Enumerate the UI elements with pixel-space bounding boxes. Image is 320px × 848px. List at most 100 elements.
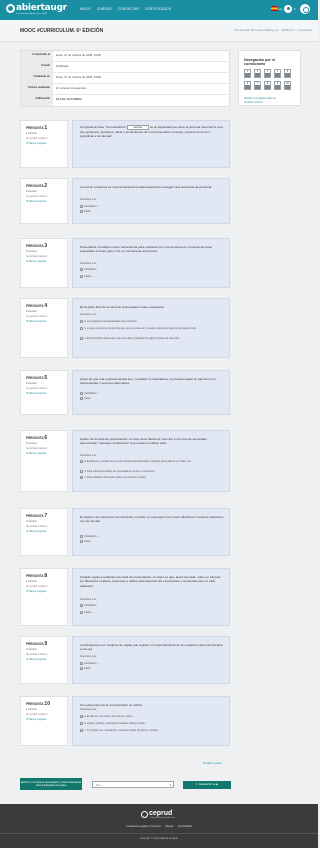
answer-option[interactable]: Verdadero ✓ <box>80 391 100 395</box>
quiz-nav-button-8[interactable]: 8 <box>264 81 271 90</box>
flag-question-link[interactable]: ⚑ Marcar pregunta <box>26 590 46 593</box>
quiz-nav-button-7[interactable]: 7 <box>254 81 261 90</box>
answer-option[interactable]: Falso <box>80 540 91 543</box>
spain-flag-icon[interactable] <box>271 6 278 11</box>
summary-value: lunes, 27 de octubre de 2025, 19:58 <box>56 75 101 79</box>
radio-button[interactable] <box>80 320 83 323</box>
breadcrumb[interactable]: Área Personal / Mis Cursos / Marking_cur… <box>234 29 312 32</box>
site-logo[interactable]: abiertaugr La formación abierta de la UG… <box>6 3 67 17</box>
finish-review-link[interactable]: Finalizar revisión <box>203 762 222 765</box>
answer-option[interactable]: Verdadero ✓ <box>80 661 100 665</box>
answer-option[interactable]: a. Establecer y ampliar una red de conta… <box>80 460 220 463</box>
radio-button[interactable] <box>80 337 83 340</box>
answer-option[interactable]: b. Gestos, grafías, expresiones faciales… <box>80 722 148 725</box>
answer-option[interactable]: Falso <box>80 667 91 670</box>
quiz-nav-button-10[interactable]: 10 <box>284 81 291 90</box>
nav-item-contactar[interactable]: CONTACTAR <box>118 7 139 11</box>
radio-button[interactable] <box>80 729 83 732</box>
answer-option[interactable]: b. Lo que conocemos de la empresa, qué n… <box>80 327 220 330</box>
answer-option[interactable]: a. El silencio, las manos, las fuentes, … <box>80 715 135 718</box>
radio-button[interactable] <box>80 715 83 718</box>
answer-option[interactable]: c. Tu mirada, sus, entonación, expresión… <box>80 729 161 732</box>
nav-item-certificados[interactable]: CERTIFICADOS <box>145 7 171 11</box>
radio-button[interactable] <box>80 604 83 607</box>
radio-button[interactable] <box>80 204 83 208</box>
quiz-nav-button-5[interactable]: 5 <box>284 69 291 78</box>
answered-indicator <box>255 85 260 89</box>
answer-option[interactable]: a. Los aspectos más destacados del curri… <box>80 320 220 323</box>
previous-activity-button[interactable]: ◀ Tema 4: La carta de presentación y otr… <box>20 778 82 790</box>
flag-question-link[interactable]: ⚑ Marcar pregunta <box>26 452 46 455</box>
user-menu-chevron-down-icon[interactable]: ▾ <box>294 7 296 11</box>
ceprud-logo[interactable]: ceprud Centro de Producción de Recursos <box>141 810 177 821</box>
footer-link-manual[interactable]: Manual <box>165 825 173 828</box>
radio-button[interactable] <box>80 391 83 395</box>
question-10: PREGUNTA 10 Finalizado Se puntúa 1 sobre… <box>20 696 230 746</box>
quiz-nav-button-1[interactable]: 1 <box>244 69 251 78</box>
question-status: Finalizado <box>26 132 37 135</box>
quiz-nav-button-3[interactable]: 3 <box>264 69 271 78</box>
answer-option[interactable]: Verdadero <box>80 604 97 607</box>
radio-button[interactable] <box>80 540 83 543</box>
quiz-nav-button-6[interactable]: 6 <box>244 81 251 90</box>
radio-button[interactable] <box>80 268 83 271</box>
quiz-nav-button-2[interactable]: 2 <box>254 69 261 78</box>
select-one-hint: Seleccione una: <box>80 656 97 658</box>
answer-option[interactable]: Verdadero ✓ <box>80 534 100 538</box>
answered-indicator <box>285 73 290 77</box>
answer-option[interactable]: Falso <box>80 397 91 400</box>
flag-question-link[interactable]: ⚑ Marcar pregunta <box>26 718 46 721</box>
radio-button[interactable] <box>80 661 83 665</box>
question-status: Finalizado <box>26 708 37 711</box>
radio-button[interactable] <box>80 667 83 670</box>
question-info: PREGUNTA 10 Finalizado Se puntúa 1 sobre… <box>20 696 68 746</box>
answer-option[interactable]: b. Para conseguir trabajo sin necesidad … <box>80 470 220 473</box>
flag-question-link[interactable]: ⚑ Marcar pregunta <box>26 530 46 533</box>
footer-link-accessibility[interactable]: Accesibilidad <box>178 825 192 828</box>
finish-review-link[interactable]: Finalizar revisión <box>244 101 296 105</box>
nav-item-cursos[interactable]: CURSOS <box>97 7 112 11</box>
nav-item-inicio[interactable]: INICIO <box>80 7 91 11</box>
answer-option[interactable]: c. El ofrecimiento para tener una entrev… <box>80 337 220 340</box>
jump-to-select[interactable]: Ir a ... ▾ <box>92 781 174 788</box>
user-avatar-icon[interactable] <box>284 5 292 13</box>
question-6: PREGUNTA 6 Finalizado Se puntúa 1 sobre … <box>20 430 230 492</box>
answer-option[interactable]: Falso <box>80 210 91 213</box>
summary-value: Finalizado <box>56 64 69 68</box>
flag-question-link[interactable]: ⚑ Marcar pregunta <box>26 260 46 263</box>
radio-button[interactable] <box>80 397 83 400</box>
jump-to-value: Ir a ... <box>96 783 103 787</box>
radio-button[interactable] <box>80 210 83 213</box>
radio-button[interactable] <box>80 610 83 614</box>
logo-tagline: La formación abierta de la UGR <box>16 13 47 15</box>
question-4: PREGUNTA 4 Finalizado Se puntúa 1 sobre … <box>20 298 230 358</box>
question-num: 1 <box>44 125 48 131</box>
footer-link-legal[interactable]: Condiciones Legales y Términos <box>126 825 161 828</box>
flag-question-link[interactable]: ⚑ Marcar pregunta <box>26 320 46 323</box>
flag-question-link[interactable]: ⚑ Marcar pregunta <box>26 142 46 145</box>
radio-button[interactable] <box>80 534 83 538</box>
answer-option[interactable]: Verdadero ✓ <box>80 204 100 208</box>
question-status: Finalizado <box>26 382 37 385</box>
question-number: PREGUNTA 4 <box>26 303 47 309</box>
answer-option[interactable]: Falso ✓ <box>80 610 94 614</box>
radio-button[interactable] <box>80 470 83 473</box>
language-code[interactable]: es <box>279 7 282 11</box>
flag-question-link[interactable]: ⚑ Marcar pregunta <box>26 200 46 203</box>
answer-option[interactable]: Falso ✓ <box>80 274 94 278</box>
flag-question-link[interactable]: ⚑ Marcar pregunta <box>26 658 46 661</box>
flag-question-link[interactable]: ⚑ Marcar pregunta <box>26 392 46 395</box>
quiz-nav-button-4[interactable]: 4 <box>274 69 281 78</box>
search-icon[interactable] <box>300 4 310 14</box>
radio-button[interactable] <box>80 722 83 725</box>
answer-option[interactable]: c. Para solicitar información sobre una … <box>80 476 220 479</box>
question-num: 3 <box>44 243 48 249</box>
radio-button[interactable] <box>80 460 83 463</box>
radio-button[interactable] <box>80 476 83 479</box>
quiz-nav-button-9[interactable]: 9 <box>274 81 281 90</box>
summary-row: Estado Finalizado <box>21 62 229 73</box>
radio-button[interactable] <box>80 274 83 278</box>
radio-button[interactable] <box>80 327 83 330</box>
answer-option[interactable]: Verdadero <box>80 268 97 271</box>
next-activity-button[interactable]: 2 - Evaluación es ▶ <box>183 781 231 789</box>
